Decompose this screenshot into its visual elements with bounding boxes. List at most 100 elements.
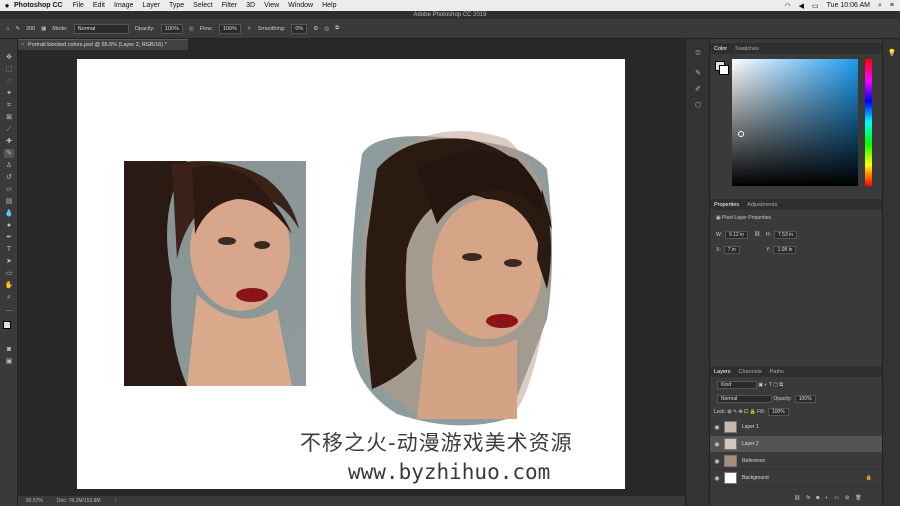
visibility-eye-icon[interactable]: ◉ <box>710 441 724 448</box>
blend-mode-select[interactable]: Normal <box>717 395 772 403</box>
crop-tool-icon[interactable]: ⌗ <box>4 101 14 110</box>
height-field[interactable]: 7.53 in <box>774 231 798 239</box>
volume-icon[interactable]: ◀ <box>799 2 804 10</box>
menu-3d[interactable]: 3D <box>246 2 255 9</box>
pen-tool-icon[interactable]: ✒ <box>4 233 14 242</box>
delete-layer-icon[interactable]: 🗑 <box>855 495 861 501</box>
healing-brush-tool-icon[interactable]: ✚ <box>4 137 14 146</box>
pressure-size-icon[interactable]: ◎ <box>324 26 329 32</box>
magic-wand-tool-icon[interactable]: ✦ <box>4 89 14 98</box>
brushes-panel-icon[interactable]: ✐ <box>693 85 703 94</box>
menu-file[interactable]: File <box>73 2 84 9</box>
apple-menu-icon[interactable]: ● <box>0 1 14 10</box>
layer-name[interactable]: Background <box>742 475 769 481</box>
frame-tool-icon[interactable]: ⊠ <box>4 113 14 122</box>
brush-panel-icon[interactable]: ▦ <box>41 26 46 32</box>
history-panel-icon[interactable]: ⏲ <box>693 49 703 58</box>
menu-type[interactable]: Type <box>169 2 184 9</box>
layer-opacity-field[interactable]: 100% <box>794 395 816 403</box>
document-canvas[interactable] <box>77 59 625 489</box>
tab-swatches[interactable]: Swatches <box>735 46 759 52</box>
lasso-tool-icon[interactable]: ◌ <box>4 77 14 86</box>
width-field[interactable]: 9.12 in <box>725 231 749 239</box>
path-selection-tool-icon[interactable]: ➤ <box>4 257 14 266</box>
tab-color[interactable]: Color <box>714 46 727 52</box>
lock-artboard-icon[interactable]: ⧠ <box>744 409 748 415</box>
history-brush-tool-icon[interactable]: ↺ <box>4 173 14 182</box>
screen-mode-icon[interactable]: ▣ <box>4 357 14 366</box>
rectangle-tool-icon[interactable]: ▭ <box>4 269 14 278</box>
layer-name[interactable]: Reference <box>742 458 765 464</box>
move-tool-icon[interactable]: ✥ <box>4 53 14 62</box>
filter-type-icon[interactable]: T <box>769 382 772 388</box>
link-dimensions-icon[interactable]: ⛓ <box>754 231 760 237</box>
menu-list-icon[interactable]: ≡ <box>890 2 894 9</box>
layer-row-layer-1[interactable]: ◉ Layer 1 <box>710 419 882 436</box>
new-layer-icon[interactable]: ⊞ <box>845 495 849 501</box>
layer-row-layer-2[interactable]: ◉ Layer 2 <box>710 436 882 453</box>
layer-name[interactable]: Layer 1 <box>742 424 759 430</box>
fill-field[interactable]: 100% <box>767 408 789 416</box>
app-menu[interactable]: Photoshop CC <box>14 2 63 9</box>
document-tab[interactable]: × Portrait blocked colors.psd @ 55.6% (L… <box>18 39 188 50</box>
filter-adjustment-icon[interactable]: ◐ <box>765 382 768 388</box>
filter-smart-icon[interactable]: ⧉ <box>779 382 783 388</box>
wifi-icon[interactable]: ◠ <box>785 2 791 10</box>
menu-help[interactable]: Help <box>322 2 336 9</box>
eraser-tool-icon[interactable]: ▱ <box>4 185 14 194</box>
visibility-eye-icon[interactable]: ◉ <box>710 475 724 482</box>
filter-pixel-icon[interactable]: ▣ <box>758 382 763 388</box>
status-arrow-icon[interactable]: › <box>115 498 117 504</box>
settings-gear-icon[interactable]: ⚙ <box>313 26 318 32</box>
y-field[interactable]: 1.08 in <box>773 246 797 254</box>
visibility-eye-icon[interactable]: ◉ <box>710 424 724 431</box>
clone-stamp-tool-icon[interactable]: ♙ <box>4 161 14 170</box>
search-icon[interactable]: ⌕ <box>878 2 882 10</box>
tab-properties[interactable]: Properties <box>714 202 739 208</box>
gradient-tool-icon[interactable]: ▤ <box>4 197 14 206</box>
blur-tool-icon[interactable]: 💧 <box>4 209 14 218</box>
tab-channels[interactable]: Channels <box>739 369 762 375</box>
foreground-color-swatch[interactable] <box>3 321 11 329</box>
visibility-eye-icon[interactable]: ◉ <box>710 458 724 465</box>
color-picker-field[interactable] <box>732 59 858 186</box>
brush-tool-icon[interactable]: ✎ <box>4 149 14 158</box>
layer-style-icon[interactable]: fx <box>806 495 810 501</box>
learn-panel-icon[interactable]: 💡 <box>887 49 897 58</box>
symmetry-icon[interactable]: ⧉ <box>335 25 339 32</box>
type-tool-icon[interactable]: T <box>4 245 14 254</box>
menu-window[interactable]: Window <box>288 2 313 9</box>
menu-filter[interactable]: Filter <box>222 2 238 9</box>
hand-tool-icon[interactable]: ✋ <box>4 281 14 290</box>
more-tools-icon[interactable]: ⋯ <box>4 307 14 316</box>
marquee-tool-icon[interactable]: ⬚ <box>4 65 14 74</box>
menu-select[interactable]: Select <box>193 2 212 9</box>
eyedropper-tool-icon[interactable]: ⟋ <box>4 125 14 134</box>
color-picker-marker[interactable] <box>738 131 744 137</box>
quick-mask-icon[interactable]: ◙ <box>4 345 14 354</box>
home-icon[interactable]: ⌂ <box>6 26 9 32</box>
menu-layer[interactable]: Layer <box>142 2 160 9</box>
zoom-tool-icon[interactable]: ⌕ <box>4 293 14 302</box>
menu-image[interactable]: Image <box>114 2 133 9</box>
layer-filter-select[interactable]: Kind <box>717 381 757 389</box>
lock-position-icon[interactable]: ✥ <box>739 409 743 415</box>
lock-image-icon[interactable]: ✎ <box>733 409 737 415</box>
color-panel-background[interactable] <box>719 65 729 75</box>
tab-adjustments[interactable]: Adjustments <box>747 202 777 208</box>
flow-field[interactable]: 100% <box>218 23 241 34</box>
tab-paths[interactable]: Paths <box>770 369 784 375</box>
hue-slider[interactable] <box>865 59 872 186</box>
battery-icon[interactable]: ▭ <box>812 2 819 10</box>
clock[interactable]: Tue 10:06 AM <box>827 2 870 9</box>
smoothing-field[interactable]: 0% <box>291 23 308 34</box>
tab-layers[interactable]: Layers <box>714 369 731 375</box>
layer-row-reference[interactable]: ◉ Reference <box>710 453 882 470</box>
pressure-opacity-icon[interactable]: ◎ <box>189 26 194 32</box>
link-layers-icon[interactable]: ⛓ <box>794 495 800 501</box>
zoom-level[interactable]: 55.57% <box>26 498 43 504</box>
adjustment-layer-icon[interactable]: ◐ <box>825 495 828 501</box>
brush-tool-icon[interactable]: ✎ <box>15 26 20 32</box>
new-group-icon[interactable]: ▭ <box>834 495 839 501</box>
lock-transparent-icon[interactable]: ⊠ <box>727 409 731 415</box>
